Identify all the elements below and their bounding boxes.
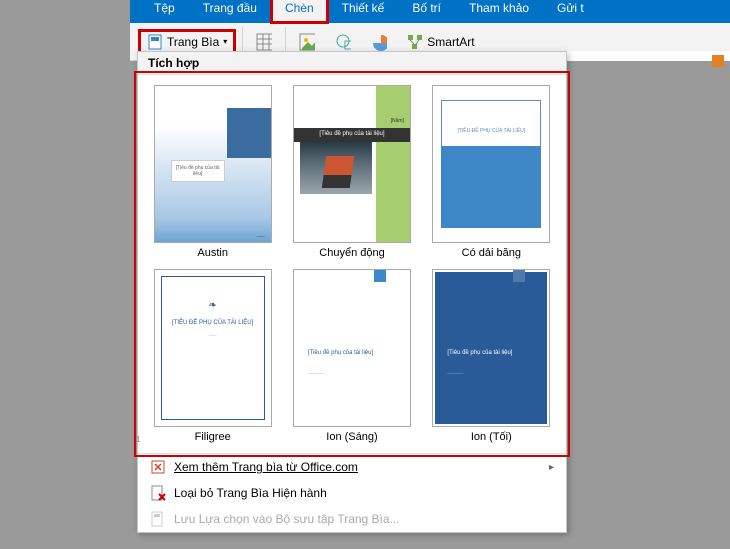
gallery-item-chuyen-dong[interactable]: [Năm] [Tiêu đề phụ của tài liệu] Chuyển … xyxy=(287,85,416,259)
tab-gui-thu[interactable]: Gửi t xyxy=(543,0,598,23)
save-selection-icon xyxy=(150,511,166,527)
thumbnail-label: Chuyển động xyxy=(319,247,384,259)
thumbnail-label: Austin xyxy=(197,247,228,259)
thumbnail-label: Filigree xyxy=(195,431,231,443)
tab-chen[interactable]: Chèn xyxy=(271,0,328,23)
gallery-item-ion-toi[interactable]: [Tiêu đề phụ của tài liệu] ―――― Ion (Tối… xyxy=(427,269,556,443)
save-selection-label: Lưu Lựa chọn vào Bộ sưu tập Trang Bìa... xyxy=(174,512,400,526)
chart-button[interactable] xyxy=(364,31,394,53)
tab-trang-dau[interactable]: Trang đầu xyxy=(189,0,271,23)
picture-icon xyxy=(299,34,315,50)
shapes-button[interactable] xyxy=(328,31,358,53)
table-icon xyxy=(256,34,272,50)
more-covers-office[interactable]: Xem thêm Trang bìa từ Office.com ▸ xyxy=(138,454,566,480)
chart-icon xyxy=(371,34,387,50)
thumbnail-label: Có dải băng xyxy=(462,247,521,259)
tab-tham-khao[interactable]: Tham khảo xyxy=(455,0,543,23)
thumbnail: [Năm] [Tiêu đề phụ của tài liệu] xyxy=(293,85,411,243)
save-selection: Lưu Lựa chọn vào Bộ sưu tập Trang Bìa... xyxy=(138,506,566,532)
thumbnail: [TIÊU ĐỀ PHỤ CỦA TÀI LIỆU] xyxy=(432,85,550,243)
table-button[interactable] xyxy=(249,31,279,53)
gallery-item-austin[interactable]: [Tiêu đề phụ của tài liệu] ―― Austin xyxy=(148,85,277,259)
thumbnail: [Tiêu đề phụ của tài liệu] ―――― xyxy=(293,269,411,427)
gallery-item-ion-sang[interactable]: [Tiêu đề phụ của tài liệu] ―――― Ion (Sán… xyxy=(287,269,416,443)
ribbon-tabs: Tệp Trang đầu Chèn Thiết kế Bố trí Tham … xyxy=(130,0,730,23)
smartart-icon xyxy=(407,34,423,50)
cover-page-gallery: Tích hợp [Tiêu đề phụ của tài liệu] ―― A… xyxy=(137,51,567,533)
cover-page-label: Trang Bìa xyxy=(167,35,219,49)
tab-bo-tri[interactable]: Bố trí xyxy=(398,0,455,23)
tab-tep[interactable]: Tệp xyxy=(140,0,189,23)
gallery-item-filigree[interactable]: ❧ [TIÊU ĐỀ PHỤ CỦA TÀI LIỆU] ―― Filigree xyxy=(148,269,277,443)
chevron-down-icon: ▾ xyxy=(223,37,227,46)
chevron-right-icon: ▸ xyxy=(549,462,554,473)
vertical-ruler: 1 xyxy=(136,435,140,444)
tab-thiet-ke[interactable]: Thiết kế xyxy=(328,0,399,23)
gallery-header: Tích hợp xyxy=(138,52,566,75)
smartart-button[interactable]: SmartArt xyxy=(400,31,481,53)
gallery-grid: [Tiêu đề phụ của tài liệu] ―― Austin [Nă… xyxy=(138,75,566,453)
thumbnail: [Tiêu đề phụ của tài liệu] ―――― xyxy=(432,269,550,427)
document-area xyxy=(567,51,730,61)
gallery-footer: Xem thêm Trang bìa từ Office.com ▸ Loại … xyxy=(138,453,566,532)
gallery-item-co-dai-bang[interactable]: [TIÊU ĐỀ PHỤ CỦA TÀI LIỆU] Có dải băng xyxy=(427,85,556,259)
office-icon xyxy=(150,459,166,475)
remove-cover[interactable]: Loại bỏ Trang Bìa Hiện hành xyxy=(138,480,566,506)
thumbnail: ❧ [TIÊU ĐỀ PHỤ CỦA TÀI LIỆU] ―― xyxy=(154,269,272,427)
pictures-button[interactable] xyxy=(292,31,322,53)
thumbnail: [Tiêu đề phụ của tài liệu] ―― xyxy=(154,85,272,243)
more-covers-label: Xem thêm Trang bìa từ Office.com xyxy=(174,460,358,474)
cover-page-icon xyxy=(147,34,163,50)
help-icon[interactable] xyxy=(712,55,724,67)
thumbnail-label: Ion (Tối) xyxy=(471,431,512,443)
remove-cover-label: Loại bỏ Trang Bìa Hiện hành xyxy=(174,486,327,500)
thumbnail-label: Ion (Sáng) xyxy=(326,431,377,443)
smartart-label: SmartArt xyxy=(427,35,474,49)
shapes-icon xyxy=(335,34,351,50)
app-window: Tệp Trang đầu Chèn Thiết kế Bố trí Tham … xyxy=(130,0,730,61)
remove-cover-icon xyxy=(150,485,166,501)
